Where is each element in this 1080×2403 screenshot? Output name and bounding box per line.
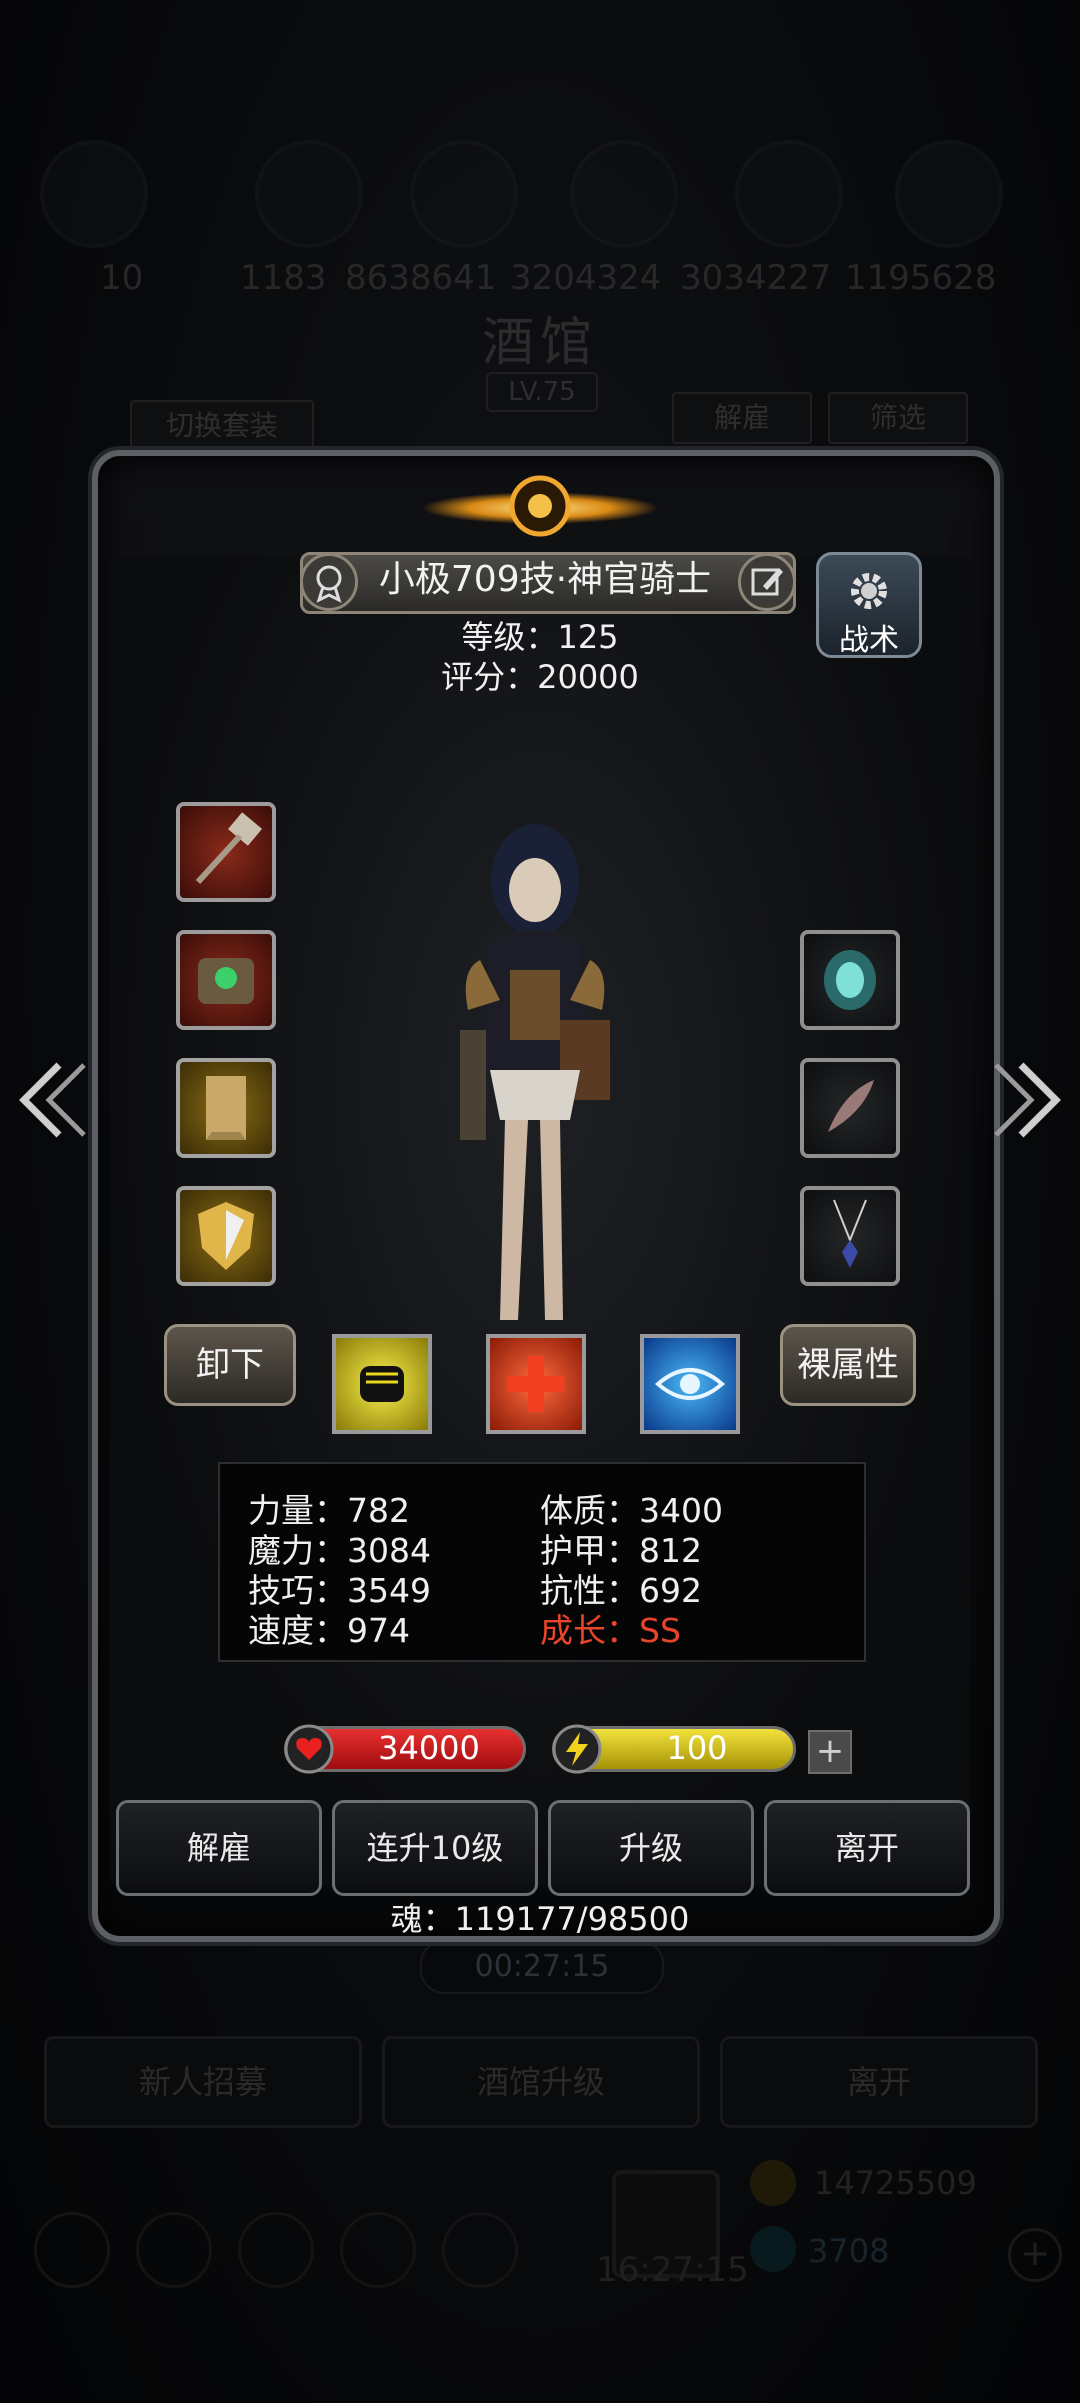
skill-slot[interactable] bbox=[640, 1334, 740, 1434]
scroll-slot[interactable] bbox=[176, 1058, 276, 1158]
energy-value: 100 bbox=[666, 1729, 728, 1767]
shield-icon bbox=[198, 1202, 254, 1270]
amulet-icon bbox=[833, 1199, 867, 1268]
heart-icon bbox=[284, 1724, 334, 1774]
feather-slot[interactable] bbox=[800, 1058, 900, 1158]
fist-icon bbox=[360, 1366, 404, 1402]
leave-button[interactable]: 离开 bbox=[764, 1800, 970, 1896]
attr-growth: 成长：SS bbox=[540, 1611, 681, 1650]
hero-score: 评分：20000 bbox=[441, 658, 639, 696]
next-hero-arrow-icon[interactable] bbox=[986, 1050, 1066, 1150]
eye-icon bbox=[654, 1368, 726, 1400]
amulet-slot[interactable] bbox=[800, 1186, 900, 1286]
hero-character-image bbox=[460, 824, 610, 1320]
skill-slot[interactable] bbox=[332, 1334, 432, 1434]
feather-icon bbox=[828, 1080, 874, 1132]
shield-slot[interactable] bbox=[176, 1186, 276, 1286]
unequip-button[interactable]: 卸下 bbox=[164, 1324, 296, 1406]
heal-cross-icon bbox=[508, 1356, 564, 1412]
emblem-ornament-icon bbox=[422, 475, 658, 537]
edit-name-icon[interactable] bbox=[738, 553, 796, 611]
crystal-icon bbox=[824, 950, 876, 1010]
skill-slot[interactable] bbox=[486, 1334, 586, 1434]
gear-icon bbox=[851, 573, 887, 609]
weapon-slot[interactable] bbox=[176, 802, 276, 902]
level-up-button[interactable]: 升级 bbox=[548, 1800, 754, 1896]
soul-count: 魂：119177/98500 bbox=[390, 1900, 690, 1938]
previous-hero-arrow-icon[interactable] bbox=[14, 1050, 94, 1150]
attr-speed: 速度：974 bbox=[248, 1611, 410, 1650]
hp-value: 34000 bbox=[378, 1729, 480, 1767]
scroll-icon bbox=[206, 1076, 246, 1140]
hero-name: 小极709技·神官骑士 bbox=[378, 559, 712, 600]
lightning-icon bbox=[552, 1724, 602, 1774]
hammer-icon bbox=[195, 812, 263, 885]
gem-slot[interactable] bbox=[800, 930, 900, 1030]
add-energy-icon[interactable]: + bbox=[808, 1730, 852, 1774]
offhand-slot[interactable] bbox=[176, 930, 276, 1030]
relic-icon bbox=[198, 958, 254, 1004]
dismiss-button[interactable]: 解雇 bbox=[116, 1800, 322, 1896]
base-attributes-button[interactable]: 裸属性 bbox=[780, 1324, 916, 1406]
level-up-10-button[interactable]: 连升10级 bbox=[332, 1800, 538, 1896]
